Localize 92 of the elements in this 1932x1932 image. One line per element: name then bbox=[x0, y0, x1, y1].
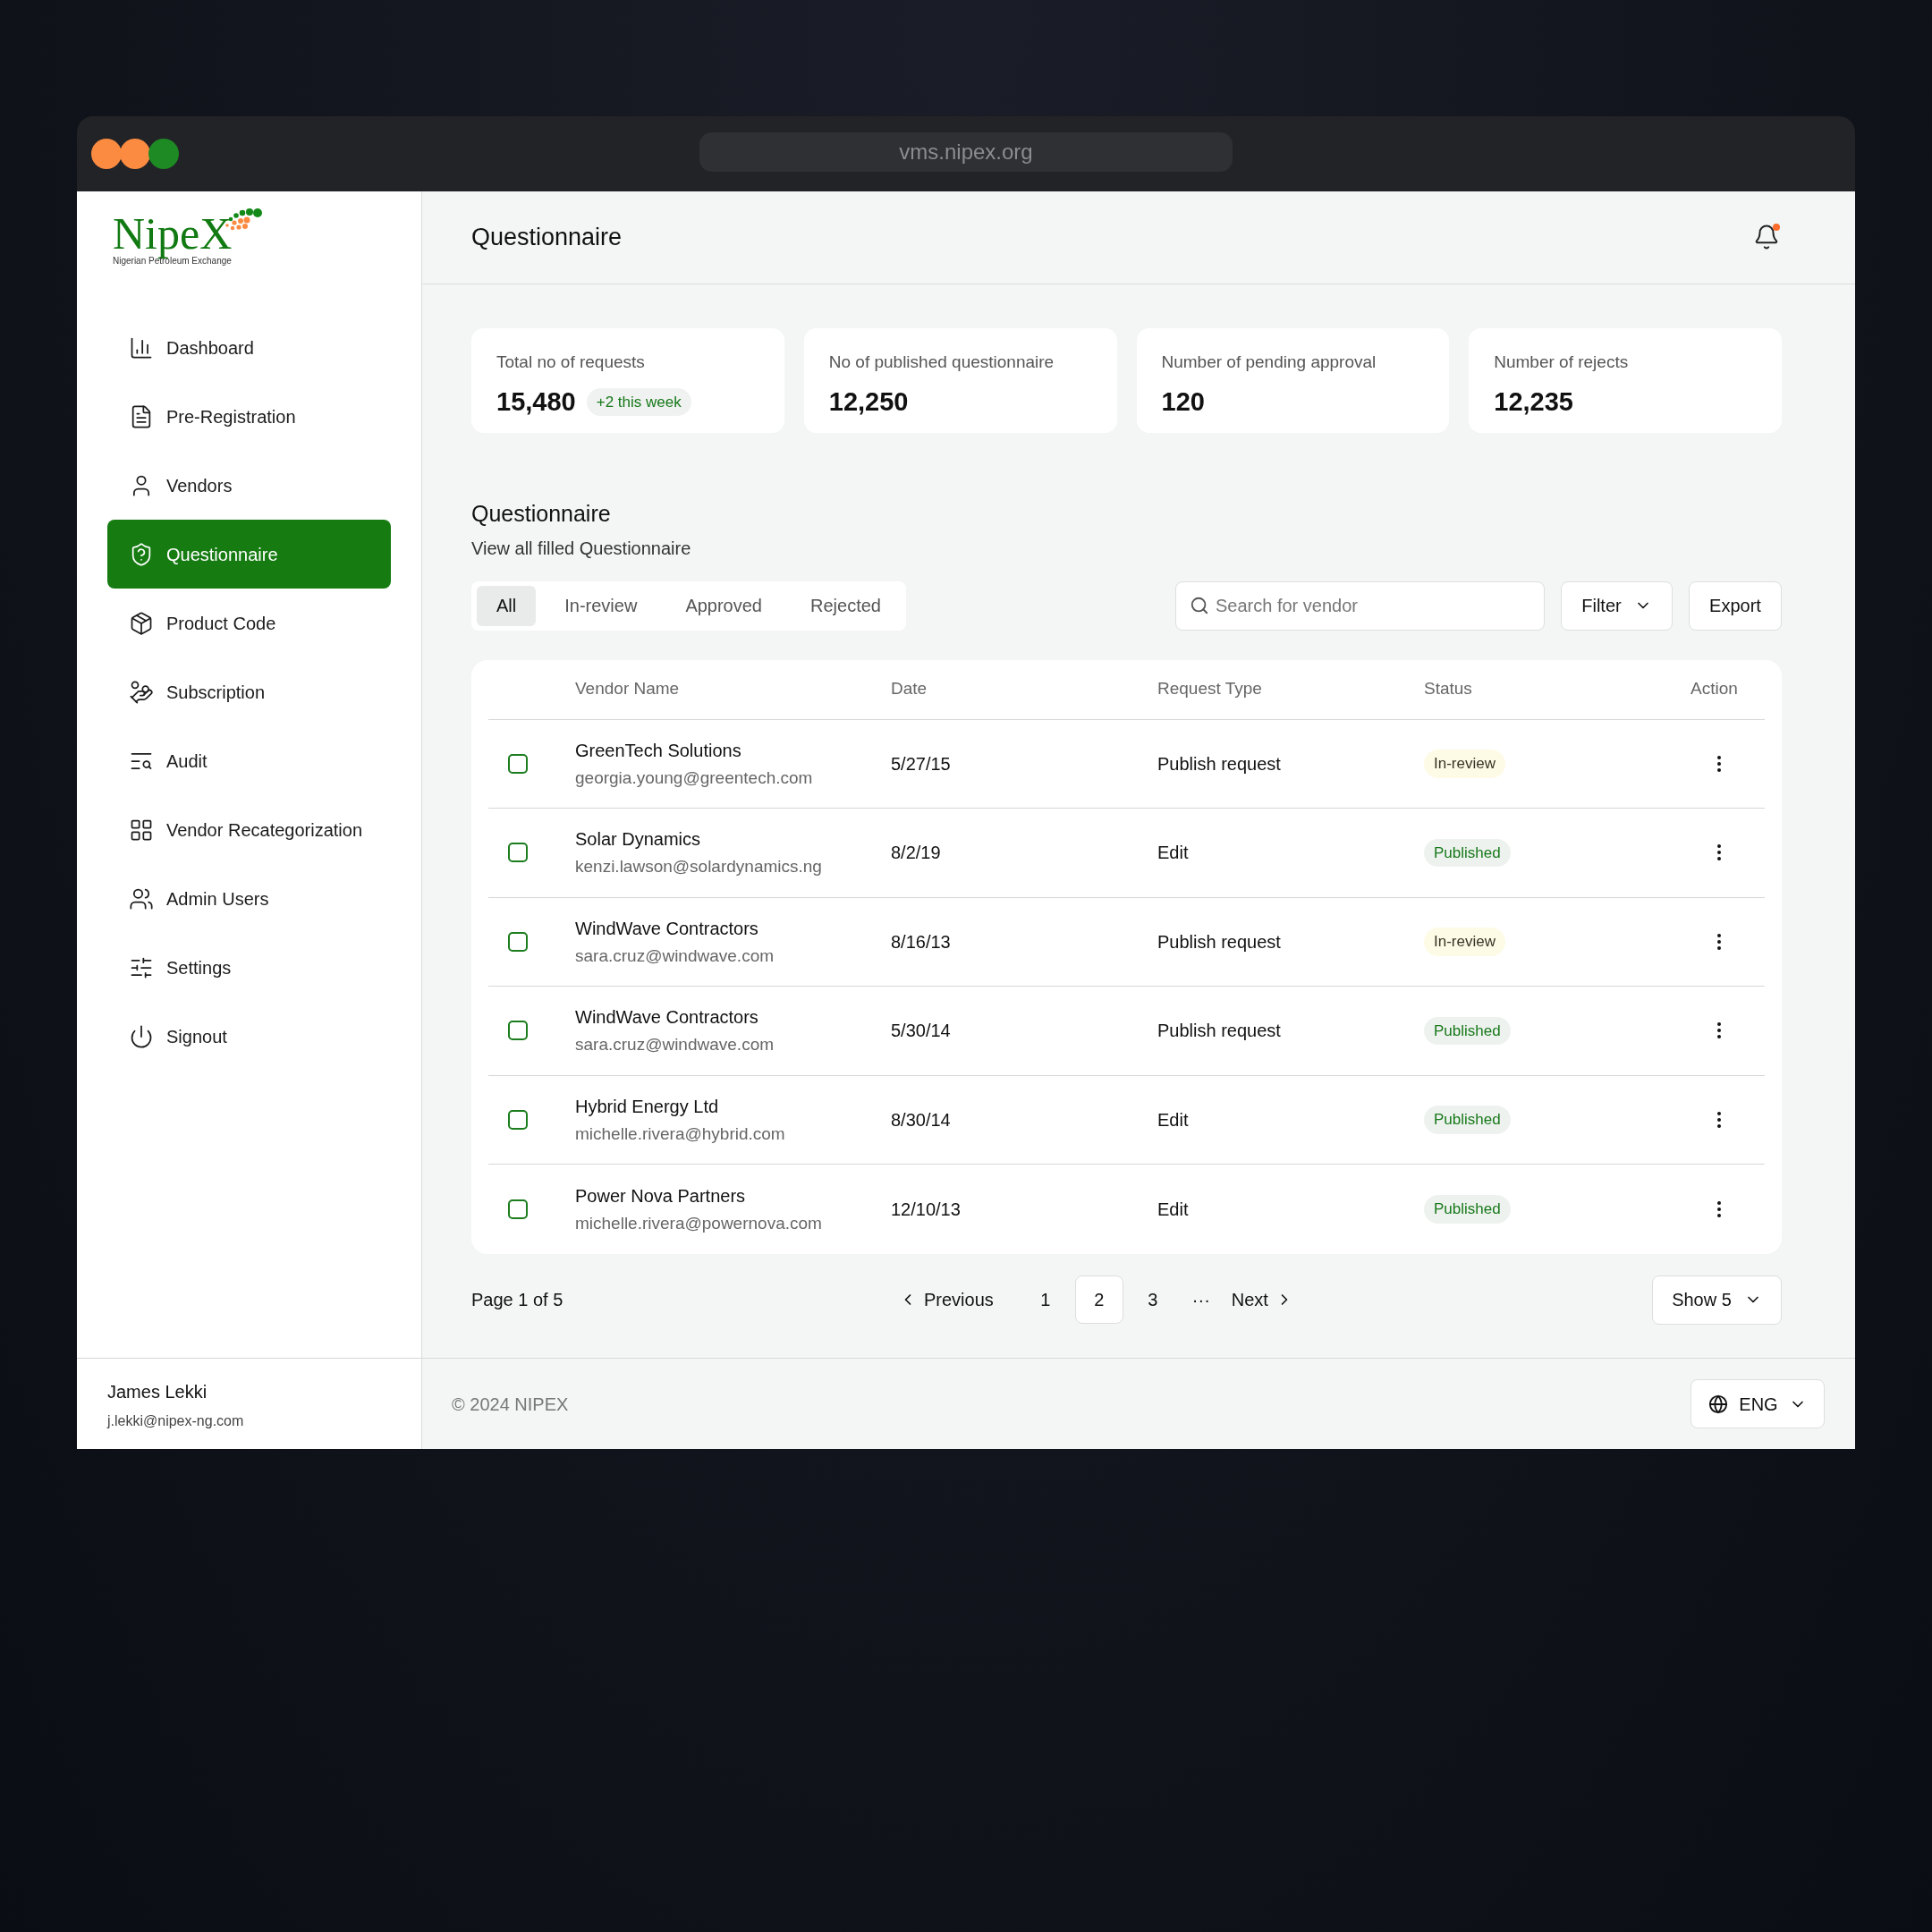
previous-button[interactable]: Previous bbox=[899, 1286, 994, 1313]
sidebar-item[interactable]: Audit bbox=[107, 726, 391, 795]
sidebar-item[interactable]: Product Code bbox=[107, 589, 391, 657]
stat-label: Number of pending approval bbox=[1161, 352, 1377, 373]
sidebar-item[interactable]: Signout bbox=[107, 1002, 391, 1071]
logo-wordmark: NipeX bbox=[113, 208, 233, 258]
page-ellipsis: ··· bbox=[1191, 1289, 1210, 1311]
power-icon bbox=[129, 1023, 154, 1049]
vendor-name: Solar Dynamics bbox=[575, 828, 702, 851]
page-title: Questionnaire bbox=[471, 223, 623, 253]
user-email: j.lekki@nipex-ng.com bbox=[107, 1412, 245, 1430]
request-type-cell-text: Publish request bbox=[1157, 1020, 1282, 1043]
row-checkbox[interactable] bbox=[508, 753, 528, 774]
filter-tab[interactable]: Approved bbox=[665, 585, 782, 626]
vendor-email: georgia.young@greentech.com bbox=[575, 767, 814, 789]
request-type-cell-text: Edit bbox=[1157, 842, 1190, 865]
vendor-name: Hybrid Energy Ltd bbox=[575, 1095, 720, 1118]
stat-label: No of published questionnaire bbox=[828, 352, 1055, 373]
hand-coins-icon bbox=[129, 679, 154, 705]
vendor-email: sara.cruz@windwave.com bbox=[575, 945, 775, 967]
url-bar[interactable]: vms.nipex.org bbox=[699, 132, 1233, 172]
stat-value: 12,250 bbox=[828, 386, 909, 418]
row-checkbox[interactable] bbox=[508, 931, 528, 952]
box-icon bbox=[129, 610, 154, 636]
date-cell-text: 8/30/14 bbox=[891, 1108, 952, 1131]
row-checkbox[interactable] bbox=[508, 1109, 528, 1130]
row-checkbox[interactable] bbox=[508, 843, 528, 863]
status-badge: Published bbox=[1424, 1106, 1511, 1134]
request-type-cell-text: Publish request bbox=[1157, 930, 1282, 953]
logo-tagline: Nigerian Petroleum Exchange bbox=[113, 256, 233, 267]
globe-icon bbox=[1708, 1394, 1729, 1414]
vendor-name: WindWave Contractors bbox=[575, 1006, 759, 1029]
sidebar-item[interactable]: Settings bbox=[107, 933, 391, 1002]
status-badge: Published bbox=[1424, 1195, 1511, 1224]
user-name: James Lekki bbox=[107, 1381, 208, 1403]
filter-tab[interactable]: In-review bbox=[545, 585, 657, 626]
sidebar-item[interactable]: Dashboard bbox=[107, 313, 391, 382]
vendor-email: michelle.rivera@powernova.com bbox=[575, 1212, 823, 1234]
stat-label: Total no of requests bbox=[496, 352, 646, 373]
request-type-cell-text: Edit bbox=[1157, 1108, 1190, 1131]
export-button[interactable]: Export bbox=[1689, 580, 1782, 631]
language-select[interactable]: ENG bbox=[1690, 1379, 1825, 1428]
vendor-email: kenzi.lawson@solardynamics.ng bbox=[575, 856, 823, 877]
next-button[interactable]: Next bbox=[1231, 1286, 1293, 1313]
search-field[interactable]: Search for vendor bbox=[1175, 580, 1545, 631]
status-badge: In-review bbox=[1424, 928, 1505, 956]
page-summary: Page 1 of 5 bbox=[471, 1289, 564, 1311]
date-cell-text: 12/10/13 bbox=[891, 1198, 962, 1221]
stat-trend: +2 this week bbox=[586, 387, 691, 416]
request-type-cell-text: Edit bbox=[1157, 1198, 1190, 1221]
stat-value: 12,235 bbox=[1494, 386, 1573, 418]
search-icon bbox=[1190, 595, 1209, 615]
status-badge: Published bbox=[1424, 838, 1511, 867]
section-title: Questionnaire bbox=[471, 500, 612, 528]
date-cell-text: 8/2/19 bbox=[891, 842, 942, 865]
column-header: Vendor Name bbox=[575, 678, 681, 700]
column-header: Date bbox=[891, 678, 928, 700]
column-header: Action bbox=[1690, 678, 1739, 700]
date-cell-text: 5/30/14 bbox=[891, 1020, 952, 1043]
status-badge: In-review bbox=[1424, 750, 1505, 778]
page-number[interactable]: 3 bbox=[1128, 1275, 1177, 1324]
section-subtitle: View all filled Questionnaire bbox=[471, 537, 692, 560]
vendor-name: WindWave Contractors bbox=[575, 917, 759, 940]
request-type-cell-text: Publish request bbox=[1157, 752, 1282, 775]
sidebar-item[interactable]: Subscription bbox=[107, 657, 391, 726]
date-cell-text: 8/16/13 bbox=[891, 930, 952, 953]
bell-icon bbox=[1753, 223, 1780, 250]
status-badge: Published bbox=[1424, 1016, 1511, 1045]
page-size-select[interactable]: Show 5 bbox=[1652, 1275, 1782, 1325]
vendor-email: sara.cruz@windwave.com bbox=[575, 1034, 775, 1055]
vendor-email: michelle.rivera@hybrid.com bbox=[575, 1123, 786, 1145]
vendor-name: Power Nova Partners bbox=[575, 1184, 747, 1208]
stat-value: 15,480 bbox=[496, 386, 576, 418]
row-checkbox[interactable] bbox=[508, 1021, 528, 1041]
column-header: Status bbox=[1424, 678, 1473, 700]
page-number[interactable]: 1 bbox=[1021, 1275, 1070, 1324]
filter-tab[interactable]: Rejected bbox=[791, 585, 901, 626]
copyright-text: © 2024 NIPEX bbox=[452, 1393, 569, 1416]
sidebar-item[interactable]: Vendor Recategorization bbox=[107, 795, 391, 864]
stat-label: Number of rejects bbox=[1494, 352, 1630, 373]
sidebar-item[interactable]: Pre-Registration bbox=[107, 382, 391, 451]
filter-tab[interactable]: All bbox=[477, 585, 537, 626]
sidebar-item[interactable]: Vendors bbox=[107, 451, 391, 520]
sidebar-item[interactable]: Admin Users bbox=[107, 864, 391, 933]
column-header: Request Type bbox=[1157, 678, 1263, 700]
date-cell-text: 5/27/15 bbox=[891, 752, 952, 775]
sidebar-item[interactable]: Questionnaire bbox=[107, 520, 391, 589]
stat-value: 120 bbox=[1161, 386, 1205, 418]
page-number[interactable]: 2 bbox=[1074, 1275, 1123, 1324]
vendor-name: GreenTech Solutions bbox=[575, 739, 742, 762]
filter-button[interactable]: Filter bbox=[1561, 580, 1673, 631]
row-checkbox[interactable] bbox=[508, 1199, 528, 1219]
